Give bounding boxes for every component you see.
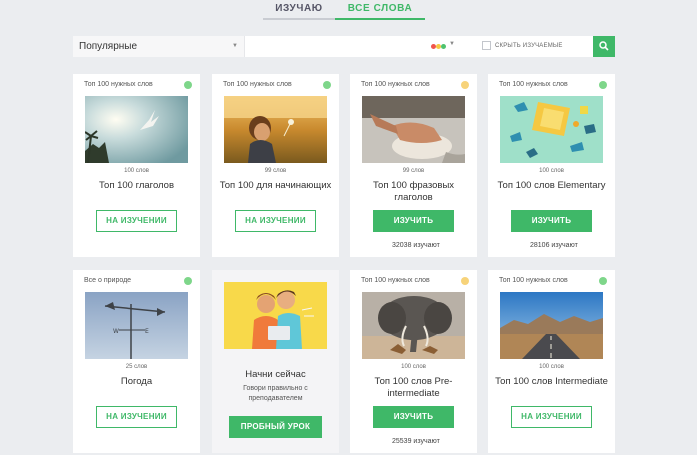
card-action-button[interactable]: НА ИЗУЧЕНИИ <box>511 406 592 428</box>
card-image-hands-dough <box>362 96 465 163</box>
tab-learning[interactable]: ИЗУЧАЮ <box>263 2 335 20</box>
status-dot-icon <box>599 277 607 285</box>
chevron-down-icon: ▼ <box>232 43 238 49</box>
promo-subtitle: Говори правильно с преподавателем <box>243 385 308 402</box>
sort-dropdown-value: Популярные <box>79 41 138 52</box>
card-category: Топ 100 нужных слов <box>361 81 430 88</box>
level-dropdown[interactable]: ▼ <box>425 36 458 57</box>
promo-card[interactable]: Начни сейчас Говори правильно с преподав… <box>212 270 339 453</box>
card-title: Погода <box>120 376 153 387</box>
card-image-elephants <box>362 292 465 359</box>
card-image-road-mountains <box>500 292 603 359</box>
card-category: Топ 100 нужных слов <box>361 277 430 284</box>
card-image-weathervane: W E <box>85 292 188 359</box>
card-image-child-field <box>224 96 327 163</box>
card-word-count: 100 слов <box>539 168 564 174</box>
search-icon <box>599 41 609 51</box>
card-image-toys <box>500 96 603 163</box>
wordset-card[interactable]: Топ 100 нужных слов 100 слов Топ 100 гла… <box>73 74 200 257</box>
card-title: Топ 100 слов Elementary <box>497 180 606 191</box>
tab-all-words[interactable]: ВСЕ СЛОВА <box>335 2 425 20</box>
card-learners-count: 25539 изучают <box>392 438 440 445</box>
card-category: Топ 100 нужных слов <box>499 81 568 88</box>
promo-title: Начни сейчас <box>245 369 306 380</box>
wordset-card[interactable]: Топ 100 нужных слов 99 слов Топ 100 для … <box>212 74 339 257</box>
search-input[interactable] <box>245 36 425 57</box>
promo-image-people <box>224 282 327 349</box>
wordset-card[interactable]: Топ 100 нужных слов 99 слов Топ 100 фраз… <box>350 74 477 257</box>
card-word-count: 100 слов <box>539 364 564 370</box>
card-title: Топ 100 слов Pre-intermediate <box>374 376 453 399</box>
svg-text:W: W <box>113 328 119 335</box>
card-action-button[interactable]: НА ИЗУЧЕНИИ <box>235 210 316 232</box>
card-word-count: 100 слов <box>401 364 426 370</box>
card-category: Топ 100 нужных слов <box>223 81 292 88</box>
wordset-card[interactable]: Топ 100 нужных слов 100 слов Топ 100 сло… <box>488 270 615 453</box>
card-action-button[interactable]: ИЗУЧИТЬ <box>373 210 454 232</box>
trial-lesson-button[interactable]: ПРОБНЫЙ УРОК <box>229 416 322 438</box>
card-action-button[interactable]: НА ИЗУЧЕНИИ <box>96 210 177 232</box>
card-learners-count: 28106 изучают <box>530 242 578 249</box>
status-dot-icon <box>184 81 192 89</box>
card-action-button[interactable]: НА ИЗУЧЕНИИ <box>96 406 177 428</box>
status-dot-icon <box>461 81 469 89</box>
card-title: Топ 100 слов Intermediate <box>495 376 608 387</box>
hide-learning-label: СКРЫТЬ ИЗУЧАЕМЫЕ <box>495 43 563 49</box>
wordset-card[interactable]: Все о природе W E 25 слов Погода НА ИЗУЧ… <box>73 270 200 453</box>
sort-dropdown[interactable]: Популярные ▼ <box>73 36 245 57</box>
card-title: Топ 100 фразовых глаголов <box>372 180 455 203</box>
card-image-bird-sky <box>85 96 188 163</box>
card-word-count: 99 слов <box>264 168 287 174</box>
card-title: Топ 100 глаголов <box>98 180 174 191</box>
search-button[interactable] <box>593 36 615 57</box>
status-dot-icon <box>461 277 469 285</box>
card-action-button[interactable]: ИЗУЧИТЬ <box>511 210 592 232</box>
status-dot-icon <box>184 277 192 285</box>
card-title: Топ 100 для начинающих <box>219 180 332 191</box>
status-dot-icon <box>323 81 331 89</box>
wordset-card[interactable]: Топ 100 нужных слов 100 слов Топ 100 сло… <box>350 270 477 453</box>
card-category: Все о природе <box>84 277 132 284</box>
filter-bar: Популярные ▼ ▼ СКРЫТЬ ИЗУЧАЕМЫЕ <box>73 36 615 57</box>
chevron-down-icon: ▼ <box>449 41 455 47</box>
card-learners-count: 32038 изучают <box>392 242 440 249</box>
hide-learning-toggle[interactable]: СКРЫТЬ ИЗУЧАЕМЫЕ <box>458 36 593 57</box>
svg-text:E: E <box>145 328 149 335</box>
wordset-tabs: ИЗУЧАЮ ВСЕ СЛОВА <box>0 0 697 20</box>
card-category: Топ 100 нужных слов <box>84 81 153 88</box>
card-word-count: 100 слов <box>124 168 149 174</box>
card-category: Топ 100 нужных слов <box>499 277 568 284</box>
card-action-button[interactable]: ИЗУЧИТЬ <box>373 406 454 428</box>
status-dot-icon <box>599 81 607 89</box>
card-word-count: 99 слов <box>402 168 425 174</box>
hide-learning-checkbox[interactable] <box>482 41 491 50</box>
level-dot-green-icon <box>441 44 446 49</box>
card-word-count: 25 слов <box>125 364 148 370</box>
wordset-card[interactable]: Топ 100 нужных слов 100 слов Топ 100 сло… <box>488 74 615 257</box>
